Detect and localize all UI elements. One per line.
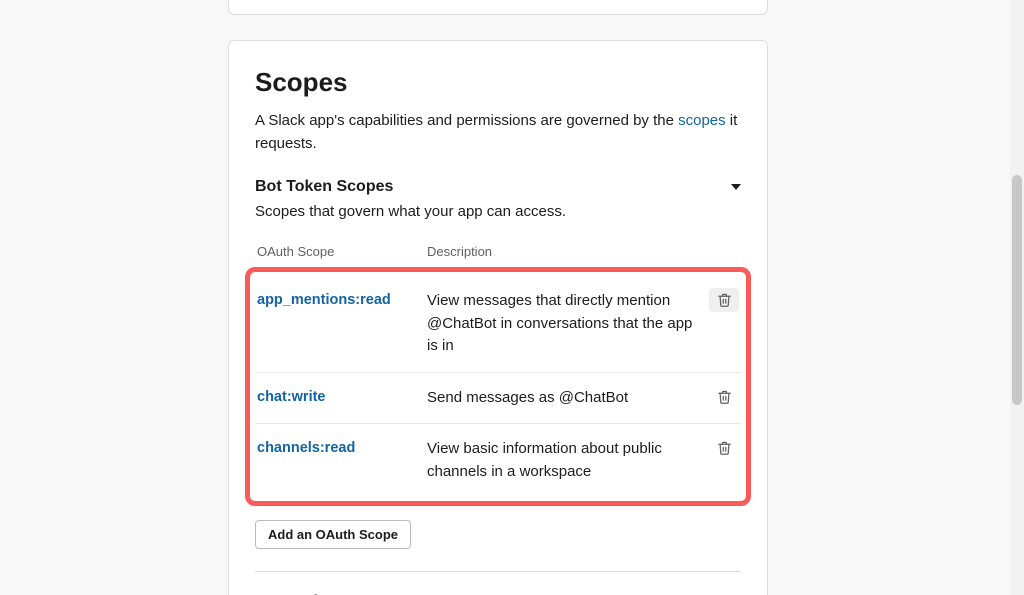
bot-scopes-header[interactable]: Bot Token Scopes (255, 175, 741, 199)
bot-scopes-title: Bot Token Scopes (255, 175, 393, 199)
col-description: Description (427, 242, 739, 262)
scopes-heading: Scopes (255, 63, 741, 102)
user-scopes-title: User Token Scopes (255, 590, 402, 595)
scrollbar-thumb[interactable] (1012, 175, 1022, 405)
chevron-down-icon (731, 184, 741, 190)
scopes-card: Scopes A Slack app's capabilities and pe… (228, 40, 768, 595)
delete-scope-button[interactable] (709, 438, 739, 456)
section-divider (255, 571, 741, 572)
delete-scope-button[interactable] (709, 288, 739, 312)
scope-name[interactable]: app_mentions:read (257, 290, 427, 312)
scope-name[interactable]: channels:read (257, 438, 427, 460)
scopes-intro: A Slack app's capabilities and permissio… (255, 110, 741, 155)
user-scopes-header[interactable]: User Token Scopes (255, 590, 741, 595)
trash-icon (717, 440, 732, 456)
scrollbar-track[interactable] (1010, 0, 1024, 595)
table-row: app_mentions:read View messages that dir… (255, 276, 741, 373)
bot-table-header: OAuth Scope Description (255, 242, 741, 262)
previous-card-edge (228, 0, 768, 15)
trash-icon (717, 389, 732, 405)
delete-scope-button[interactable] (709, 387, 739, 405)
trash-icon (717, 292, 732, 308)
scope-description: View messages that directly mention @Cha… (427, 290, 709, 358)
scope-name[interactable]: chat:write (257, 387, 427, 409)
scope-description: Send messages as @ChatBot (427, 387, 709, 410)
intro-text-pre: A Slack app's capabilities and permissio… (255, 112, 678, 129)
bot-scopes-subtitle: Scopes that govern what your app can acc… (255, 201, 741, 224)
scope-description: View basic information about public chan… (427, 438, 709, 483)
table-row: chat:write Send messages as @ChatBot (255, 373, 741, 425)
table-row: channels:read View basic information abo… (255, 424, 741, 497)
col-oauth-scope: OAuth Scope (257, 242, 427, 262)
highlighted-scopes-box: app_mentions:read View messages that dir… (245, 267, 751, 506)
scopes-link[interactable]: scopes (678, 112, 726, 129)
add-oauth-scope-button[interactable]: Add an OAuth Scope (255, 520, 411, 549)
